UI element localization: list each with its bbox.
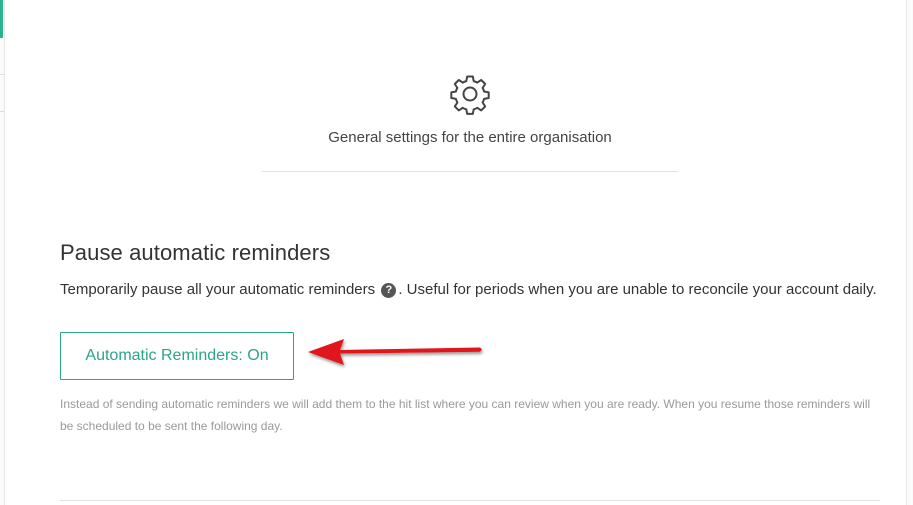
section-divider (60, 500, 880, 501)
section-description-start: Temporarily pause all your automatic rem… (60, 281, 376, 298)
settings-page: General settings for the entire organisa… (0, 0, 913, 505)
question-mark-icon[interactable]: ? (381, 283, 397, 298)
red-arrow-annotation (308, 339, 482, 365)
sidebar-edge (0, 0, 5, 505)
scrollbar-track[interactable] (906, 0, 913, 505)
sidebar-divider (0, 74, 4, 75)
gear-icon (450, 75, 490, 115)
section-title: Pause automatic reminders (60, 240, 331, 265)
section-description: Temporarily pause all your automatic rem… (60, 279, 880, 301)
header-divider (262, 171, 678, 172)
settings-description: General settings for the entire organisa… (328, 129, 612, 146)
helper-text: Instead of sending automatic reminders w… (60, 397, 871, 433)
sidebar-active-indicator (0, 0, 3, 38)
automatic-reminders-toggle-button[interactable]: Automatic Reminders: On (60, 332, 294, 380)
section-description-end: . Useful for periods when you are unable… (398, 281, 877, 298)
sidebar-divider (0, 111, 4, 112)
